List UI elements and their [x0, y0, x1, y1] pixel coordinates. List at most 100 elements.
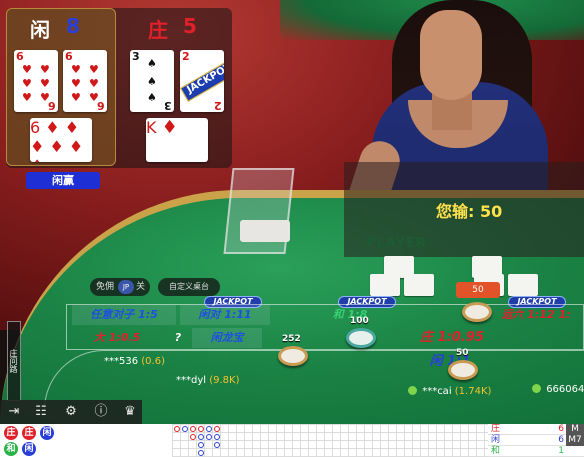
user-icon	[408, 386, 417, 395]
card-suit: ♦	[68, 137, 84, 156]
lose-amount-text: 您输: 50	[436, 202, 503, 221]
chip-label: 252	[282, 334, 301, 344]
card-shoe-stack	[240, 220, 290, 242]
roadmap-tie-chip[interactable]: 和	[4, 442, 18, 456]
bet-chip	[462, 302, 492, 322]
off-label: 关	[136, 282, 146, 292]
card-suit: ♥	[40, 77, 50, 90]
bet-chip	[448, 360, 478, 380]
seat-amount: (1.74K)	[454, 386, 492, 397]
chip-label: 100	[350, 316, 369, 326]
road-dot	[214, 434, 220, 440]
player-card-1: 6 ♥ ♥ ♥ ♥ ♥ ♥ 6	[14, 50, 58, 112]
seat-player[interactable]: 6660642	[532, 384, 584, 395]
user-icon	[532, 384, 541, 393]
vip-icon[interactable]: ♛	[120, 404, 140, 420]
big-bet[interactable]: 大 1:0.5	[72, 328, 162, 348]
gear-icon[interactable]: ⚙	[63, 404, 79, 420]
card-suit: ♠	[147, 75, 157, 88]
seat-amount: (0.6)	[141, 356, 165, 367]
card-rank: 6	[48, 99, 56, 112]
card-suit: ♥	[22, 77, 32, 90]
seat-amount: (9.8K)	[209, 375, 240, 386]
seat-player[interactable]: ***536 (0.6)	[104, 356, 165, 367]
seat-name: 6660642	[546, 384, 584, 395]
card-suit: ♥	[89, 77, 99, 90]
seat-player[interactable]: ***cai (1.74K)	[408, 386, 491, 397]
table-player-word: PLAYER	[366, 236, 427, 251]
seat-player[interactable]: ***dyl (9.8K)	[176, 375, 240, 386]
road-dot	[190, 426, 196, 432]
banker-bet[interactable]: 庄 1:0.95	[402, 328, 502, 348]
banker-label: 庄	[148, 18, 171, 42]
any-pair-bet[interactable]: 任意对子 1:5	[72, 305, 176, 325]
table-card	[370, 274, 400, 296]
stats-row-player: 闲 6 M7	[488, 435, 584, 446]
road-dot	[174, 426, 180, 432]
road-dot	[198, 426, 204, 432]
commission-toggle[interactable]: 免佣 JP 关	[90, 278, 150, 296]
road-dot	[214, 426, 220, 432]
card-rank: 2	[214, 99, 222, 112]
card-suit: ♥	[71, 77, 81, 90]
card-rank: 6	[65, 50, 73, 63]
card-suit: ♥	[22, 91, 32, 104]
stats-label: 庄	[491, 424, 501, 434]
card-suit: ♦	[161, 118, 178, 138]
table-card	[508, 274, 538, 296]
roadmap-stats: 庄 6 M 闲 6 M7 和 1	[488, 424, 584, 457]
player-card-3: 6 ♦ ♦ ♦ ♦ ♦ ♦	[30, 118, 92, 162]
custom-table-button[interactable]: 自定义桌台	[158, 278, 220, 296]
card-suit: ♥	[22, 63, 32, 76]
stats-row-tie: 和 1	[488, 446, 584, 457]
card-suit: ♥	[89, 63, 99, 76]
chip-label: 50	[456, 348, 469, 358]
roadmap-banker-chip[interactable]: 庄	[22, 426, 36, 440]
road-dot	[214, 442, 220, 448]
card-suit: ♦	[64, 118, 80, 137]
player-label: 闲	[30, 18, 53, 42]
card-suit: ♦	[30, 137, 45, 156]
player-dragon-bet[interactable]: 闲龙宝	[192, 328, 262, 348]
lucky-six-bet[interactable]: 运六 1:12 1:	[488, 305, 584, 325]
seat-name: ***dyl	[176, 375, 207, 386]
exit-icon[interactable]: ⇥	[6, 404, 22, 420]
card-rank: 2	[182, 50, 190, 63]
roadmap-banker-chip[interactable]: 庄	[4, 426, 18, 440]
road-dot	[198, 442, 204, 448]
stats-tag: M7	[566, 435, 584, 446]
player-card-2: 6 ♥ ♥ ♥ ♥ ♥ ♥ 6	[63, 50, 107, 112]
jackpot-card-banner: JACKPOT	[180, 58, 224, 102]
card-suit: ♠	[147, 91, 157, 104]
card-suit: ♦	[45, 118, 60, 137]
card-suit: ♥	[71, 63, 81, 76]
card-suit: ♥	[71, 91, 81, 104]
card-rank: 6	[30, 118, 41, 137]
card-rank: 6	[16, 50, 24, 63]
bet-chip	[346, 328, 376, 348]
table-card	[404, 274, 434, 296]
road-dot	[198, 450, 204, 456]
card-rank: 3	[164, 99, 172, 112]
dealer-face	[420, 10, 482, 100]
info-icon[interactable]: ⓘ	[93, 404, 109, 420]
chat-icon[interactable]: ☷	[33, 404, 49, 420]
card-suit: ♦	[49, 137, 64, 156]
roadmap-player-chip[interactable]: 闲	[40, 426, 54, 440]
commission-label: 免佣	[96, 282, 115, 292]
banker-card-2: 2 JACKPOT 2	[180, 50, 224, 112]
roadmap-player-chip[interactable]: 闲	[22, 442, 36, 456]
banker-card-1: 3 ♠ ♠ ♠ 3	[130, 50, 174, 112]
jp-knob: JP	[118, 280, 134, 294]
question-bet[interactable]: ?	[168, 328, 188, 348]
card-suit: ♥	[40, 63, 50, 76]
road-dot	[206, 426, 212, 432]
card-rank: K	[146, 118, 157, 137]
ask-road-button[interactable]: 庄问路	[7, 321, 21, 401]
player-pair-bet[interactable]: 闲对 1:11	[180, 305, 270, 325]
result-badge: 闲赢	[26, 172, 100, 189]
road-dot	[206, 434, 212, 440]
card-suit: ♠	[147, 57, 157, 70]
stats-tag: M	[566, 424, 584, 435]
banker-score: 5	[183, 14, 200, 38]
